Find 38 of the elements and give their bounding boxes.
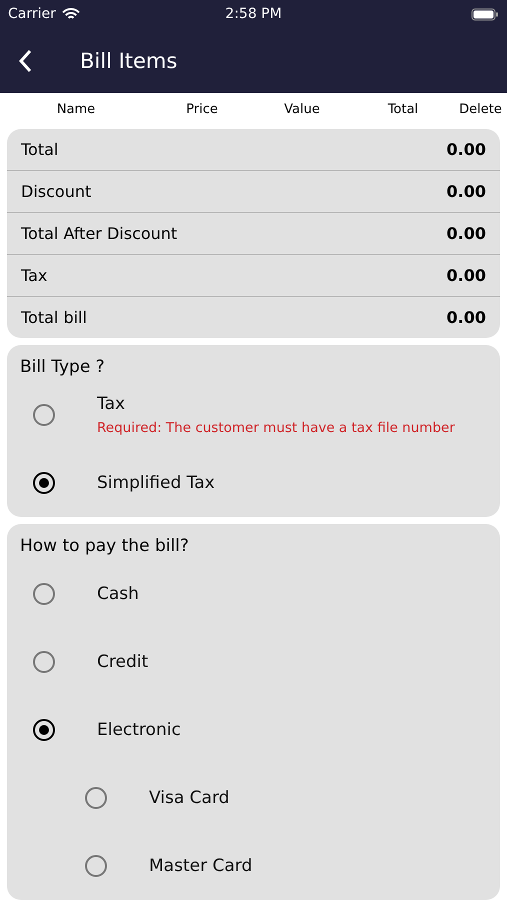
radio-button[interactable] xyxy=(33,583,55,605)
carrier-label: Carrier xyxy=(8,6,56,22)
option-label: Visa Card xyxy=(149,788,230,808)
radio-button[interactable] xyxy=(33,651,55,673)
back-icon[interactable] xyxy=(18,48,32,72)
screen-title: Bill Items xyxy=(80,48,178,72)
column-header: Price xyxy=(185,102,219,116)
warning-note: Required: The customer must have a tax file number xyxy=(97,420,455,436)
total-label: Discount xyxy=(21,182,92,201)
total-label: Total After Discount xyxy=(21,224,178,243)
radio-button[interactable] xyxy=(33,404,55,426)
column-header: Value xyxy=(283,102,321,116)
wifi-icon xyxy=(62,8,80,20)
battery-icon xyxy=(470,8,499,20)
radio-button[interactable] xyxy=(85,787,107,809)
clock-time: 2:58 PM xyxy=(225,6,282,22)
option-label: Simplified Tax xyxy=(97,473,215,493)
option-label: Master Card xyxy=(149,856,252,876)
total-value: 0.00 xyxy=(446,266,486,285)
column-header: Name xyxy=(56,102,96,116)
total-value: 0.00 xyxy=(446,140,486,159)
total-label: Total bill xyxy=(21,308,87,327)
section-title: Bill Type ? xyxy=(19,356,106,379)
total-value: 0.00 xyxy=(446,308,486,327)
radio-button[interactable] xyxy=(33,719,55,741)
radio-button[interactable] xyxy=(33,472,55,494)
option-label: Electronic xyxy=(97,720,181,740)
section-title: How to pay the bill? xyxy=(19,535,190,558)
total-label: Total xyxy=(21,140,58,159)
column-header: Delete xyxy=(458,102,503,116)
option-label: Tax xyxy=(97,394,126,414)
total-label: Tax xyxy=(21,266,48,285)
column-header: Total xyxy=(386,102,420,116)
option-label: Cash xyxy=(97,584,139,604)
total-value: 0.00 xyxy=(446,224,486,243)
option-label: Credit xyxy=(97,652,148,672)
radio-button[interactable] xyxy=(85,855,107,877)
total-value: 0.00 xyxy=(446,182,486,201)
